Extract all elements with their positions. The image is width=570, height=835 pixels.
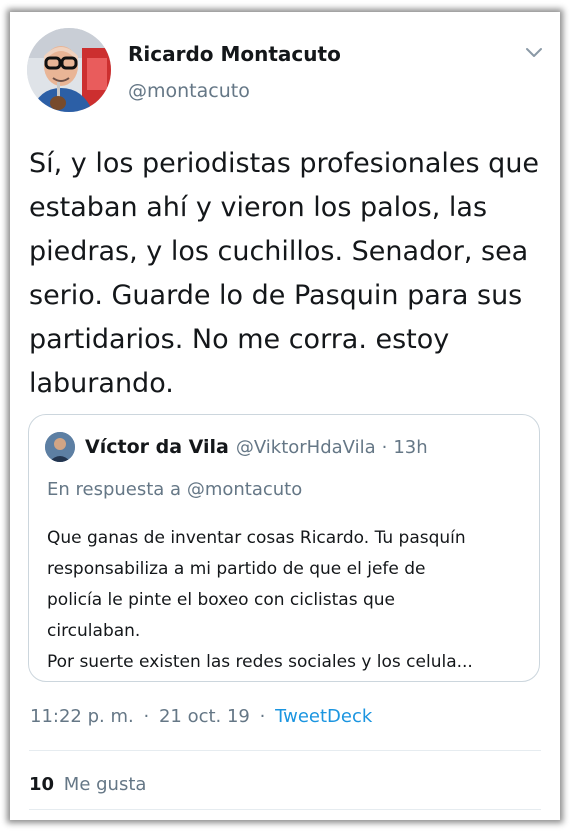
- quoted-text-line: responsabiliza a mi partido de que el je…: [47, 559, 426, 579]
- author-name[interactable]: Ricardo Montacuto: [128, 42, 341, 66]
- likes-label: Me gusta: [63, 774, 147, 795]
- separator-dot: ·: [259, 706, 266, 727]
- quoted-text-line: Que ganas de inventar cosas Ricardo. Tu …: [47, 528, 466, 548]
- likes-count: 10: [29, 774, 55, 795]
- divider: [29, 750, 541, 751]
- divider: [29, 809, 541, 810]
- quoted-text-line: circulaban.: [47, 621, 141, 641]
- quoted-text-line: Por suerte existen las redes sociales y …: [47, 652, 473, 672]
- author-handle[interactable]: @montacuto: [128, 80, 250, 102]
- chevron-down-icon[interactable]: [524, 42, 544, 62]
- tweet-date[interactable]: 21 oct. 19: [159, 706, 250, 727]
- quoted-time[interactable]: 13h: [393, 437, 427, 458]
- author-avatar-image: [27, 28, 111, 112]
- separator-dot: ·: [381, 436, 388, 458]
- quoted-text-line: policía le pinte el boxeo con ciclistas …: [47, 590, 396, 610]
- separator-dot: ·: [143, 706, 150, 727]
- quoted-author-name[interactable]: Víctor da Vila: [85, 436, 229, 458]
- tweet-meta: 11:22 p. m. · 21 oct. 19 · TweetDeck: [30, 706, 372, 727]
- reply-prefix: En respuesta a: [47, 479, 182, 500]
- quoted-author-handle[interactable]: @ViktorHdaVila: [236, 437, 376, 458]
- tweet-time[interactable]: 11:22 p. m.: [30, 706, 134, 727]
- reply-handle[interactable]: @montacuto: [187, 479, 302, 500]
- tweet-card: Ricardo Montacuto @montacuto Sí, y los p…: [10, 12, 560, 820]
- likes-stat[interactable]: 10 Me gusta: [29, 774, 146, 795]
- reply-to-line: En respuesta a @montacuto: [47, 479, 302, 500]
- tweet-text: Sí, y los periodistas profesionales que …: [29, 148, 540, 399]
- tweet-source[interactable]: TweetDeck: [275, 706, 372, 727]
- quoted-author-avatar[interactable]: [45, 432, 75, 462]
- author-avatar[interactable]: [27, 28, 111, 112]
- tweet-header: Ricardo Montacuto @montacuto: [10, 12, 560, 122]
- quoted-tweet-header: Víctor da Vila @ViktorHdaVila · 13h: [45, 431, 428, 463]
- quoted-tweet[interactable]: Víctor da Vila @ViktorHdaVila · 13h En r…: [28, 414, 540, 682]
- quoted-text: Que ganas de inventar cosas Ricardo. Tu …: [47, 523, 522, 678]
